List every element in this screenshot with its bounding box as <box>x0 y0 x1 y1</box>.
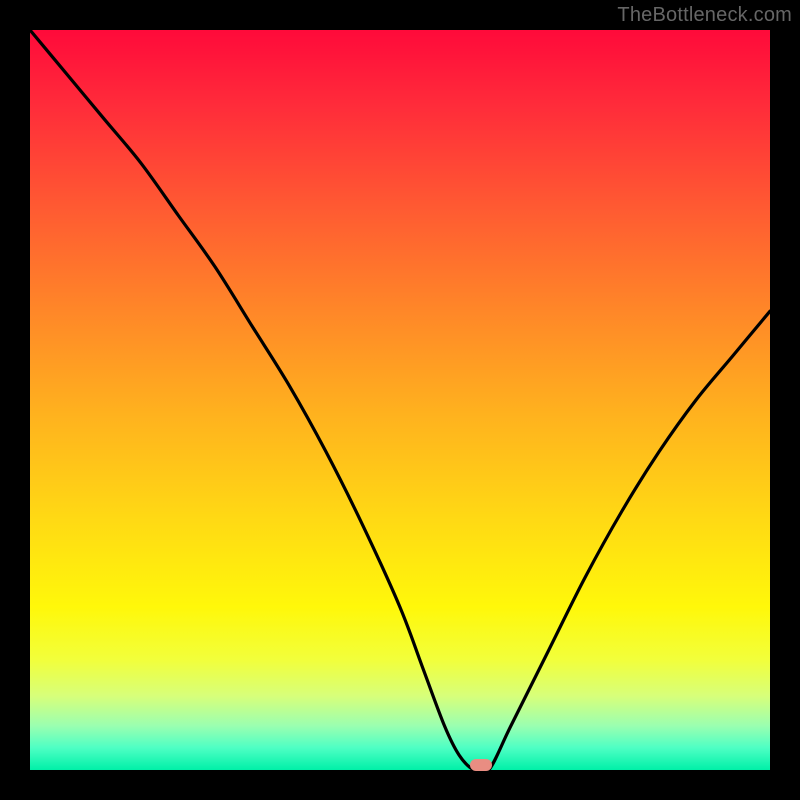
bottleneck-curve <box>30 30 770 770</box>
chart-frame: TheBottleneck.com <box>0 0 800 800</box>
plot-area <box>30 30 770 770</box>
watermark-text: TheBottleneck.com <box>617 4 792 27</box>
optimal-marker <box>470 759 492 771</box>
